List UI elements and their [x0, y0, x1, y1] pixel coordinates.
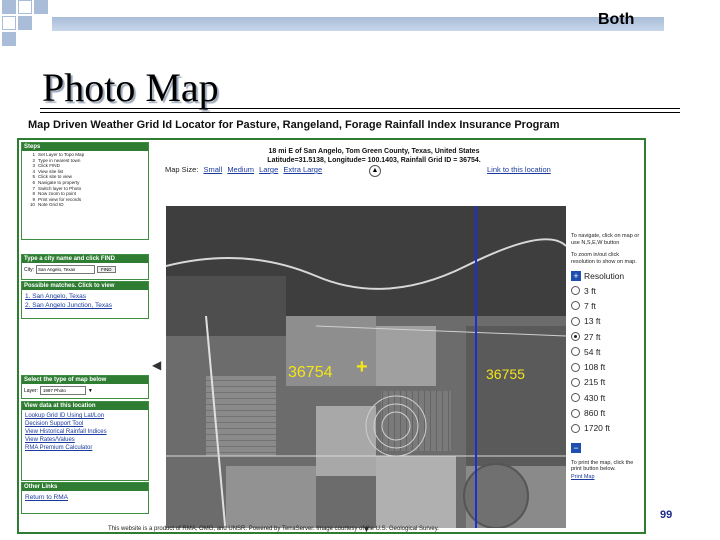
title-underline: [40, 108, 680, 113]
resolution-option[interactable]: 7 ft: [571, 298, 641, 313]
city-input[interactable]: San Angelo, Texas: [36, 265, 95, 274]
zoom-out-icon[interactable]: −: [571, 442, 581, 453]
location-line-1: 18 mi E of San Angelo, Tom Green County,…: [268, 148, 480, 155]
map-size-label: Map Size:: [165, 165, 199, 174]
return-to-rma-link[interactable]: Return to RMA: [25, 493, 145, 502]
grid-id-left-label: 36754: [288, 364, 333, 381]
city-header: Type a city name and click FIND: [22, 255, 148, 263]
map-size-extra-large[interactable]: Extra Large: [283, 165, 322, 174]
steps-header: Steps: [22, 143, 148, 151]
resolution-option[interactable]: 3 ft: [571, 283, 641, 298]
map-size-large[interactable]: Large: [259, 165, 278, 174]
location-info: 18 mi E of San Angelo, Tom Green County,…: [209, 147, 539, 165]
other-links-panel: Other Links Return to RMA: [21, 482, 149, 514]
resolution-option[interactable]: 1720 ft: [571, 421, 641, 436]
resolution-label: Resolution: [584, 271, 625, 281]
grid-id-right-label: 36755: [486, 366, 525, 382]
match-link[interactable]: 1. San Angelo, Texas: [25, 292, 145, 301]
view-data-header: View data at this location: [22, 402, 148, 410]
right-panel: To navigate, click on map or use N,S,E,W…: [571, 233, 641, 480]
resolution-option[interactable]: 860 ft: [571, 405, 641, 420]
slide-title: Photo Map: [42, 65, 219, 110]
pan-north-icon[interactable]: ▲: [369, 165, 381, 177]
view-link[interactable]: Decision Support Tool: [25, 420, 145, 428]
resolution-option-selected[interactable]: 27 ft: [571, 329, 641, 344]
matches-panel: Possible matches. Click to view 1. San A…: [21, 281, 149, 319]
view-link[interactable]: RMA Premium Calculator: [25, 444, 145, 452]
print-map-link[interactable]: Print Map: [571, 474, 641, 480]
print-note: To print the map, click the print button…: [571, 459, 634, 473]
steps-list: 1 Set Layer to Topo Map 2 Type in nearest …: [22, 151, 148, 209]
app-frame: Steps 1 Set Layer to Topo Map 2 Type in ne…: [17, 138, 646, 534]
find-button[interactable]: FIND: [97, 266, 116, 273]
map-size-small[interactable]: Small: [203, 165, 222, 174]
screenshot-region: Map Driven Weather Grid Id Locator for P…: [12, 115, 652, 540]
sidebar: Steps 1 Set Layer to Topo Map 2 Type in ne…: [21, 142, 149, 530]
page-footer: This website is a product of RMA, OMG, a…: [108, 526, 439, 532]
other-links-header: Other Links: [22, 483, 148, 491]
matches-header: Possible matches. Click to view: [22, 282, 148, 290]
match-link[interactable]: 2. San Angelo Junction, Texas: [25, 301, 145, 310]
layer-select[interactable]: 1997 Photo: [39, 386, 86, 395]
resolution-option[interactable]: 13 ft: [571, 314, 641, 329]
chevron-down-icon[interactable]: ▼: [88, 388, 93, 394]
app-title: Map Driven Weather Grid Id Locator for P…: [28, 119, 560, 131]
navigate-note: To navigate, click on map or use N,S,E,W…: [571, 233, 640, 246]
location-marker-icon: +: [356, 356, 368, 378]
link-to-location[interactable]: Link to this location: [487, 165, 551, 174]
view-link[interactable]: View Historical Rainfall Indices: [25, 428, 145, 436]
slide-page-number: 99: [660, 509, 673, 521]
view-link[interactable]: Lookup Grid ID Using Lat/Lon: [25, 412, 145, 420]
zoom-in-icon[interactable]: +: [571, 271, 581, 281]
view-link[interactable]: View Rates/Values: [25, 436, 145, 444]
city-label: City:: [24, 266, 34, 273]
resolution-option[interactable]: 430 ft: [571, 390, 641, 405]
step-item: 10 Note Grid ID: [29, 202, 64, 208]
map-size-bar: Map Size: Small Medium Large Extra Large: [165, 165, 322, 174]
resolution-option[interactable]: 54 ft: [571, 344, 641, 359]
view-data-panel: View data at this location Lookup Grid I…: [21, 401, 149, 481]
map-size-medium[interactable]: Medium: [227, 165, 254, 174]
corner-squares-decoration: [0, 0, 60, 60]
aerial-photo-map[interactable]: 36754 + 36755: [166, 206, 566, 528]
city-panel: Type a city name and click FIND City: Sa…: [21, 254, 149, 280]
resolution-option[interactable]: 215 ft: [571, 375, 641, 390]
top-accent-bar: [52, 17, 664, 31]
zoom-note: To zoom in/out click resolution to show …: [571, 252, 637, 265]
maptype-panel: Select the type of map below Layer: 1997…: [21, 375, 149, 399]
location-line-2: Latitude=31.5138, Longitude= 100.1403, R…: [267, 157, 481, 164]
layer-label: Layer:: [24, 387, 38, 394]
steps-panel: Steps 1 Set Layer to Topo Map 2 Type in ne…: [21, 142, 149, 240]
resolution-option[interactable]: 108 ft: [571, 359, 641, 374]
maptype-header: Select the type of map below: [22, 376, 148, 384]
corner-label: Both: [598, 11, 635, 28]
pan-west-icon[interactable]: ◀: [152, 358, 161, 372]
